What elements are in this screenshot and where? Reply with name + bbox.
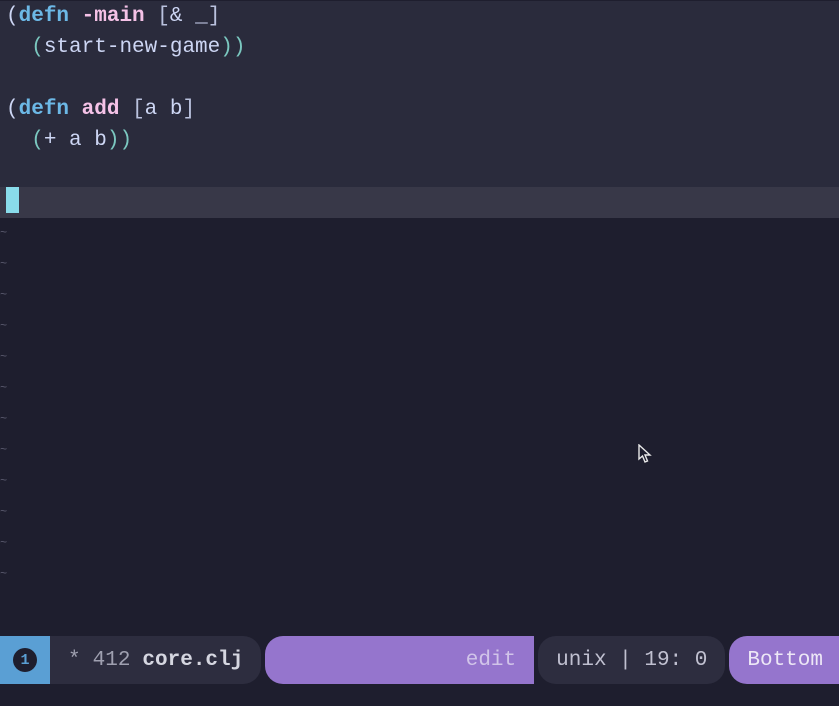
code-token bbox=[82, 129, 95, 152]
text-cursor bbox=[6, 187, 19, 213]
buffer-number: 412 bbox=[93, 649, 131, 672]
empty-line-tilde: ~ bbox=[0, 373, 839, 404]
code-token bbox=[56, 129, 69, 152]
window-number: 1 bbox=[13, 648, 37, 672]
code-token bbox=[69, 98, 82, 121]
code-token: defn bbox=[19, 98, 69, 121]
empty-line-tilde: ~ bbox=[0, 249, 839, 280]
empty-line-tilde: ~ bbox=[0, 218, 839, 249]
statusline-mid: edit bbox=[265, 636, 534, 684]
empty-line-tilde: ~ bbox=[0, 559, 839, 590]
empty-line-tilde: ~ bbox=[0, 466, 839, 497]
code-token: ) bbox=[233, 36, 246, 59]
code-line[interactable]: (defn -main [& _] bbox=[0, 1, 839, 32]
position-pill: Bottom bbox=[729, 636, 839, 684]
empty-line-tilde: ~ bbox=[0, 528, 839, 559]
code-token bbox=[69, 5, 82, 28]
position-text: Bottom bbox=[747, 649, 823, 672]
code-token: [ bbox=[157, 5, 170, 28]
code-token: add bbox=[82, 98, 120, 121]
code-token: a bbox=[69, 129, 82, 152]
file-name: core.clj bbox=[142, 649, 243, 672]
code-token: ( bbox=[6, 98, 19, 121]
code-token: ] bbox=[183, 98, 196, 121]
code-token bbox=[145, 5, 158, 28]
code-token: [ bbox=[132, 98, 145, 121]
code-token: b bbox=[170, 98, 183, 121]
code-token bbox=[182, 5, 195, 28]
code-line[interactable]: (defn add [a b] bbox=[0, 94, 839, 125]
code-token: ) bbox=[107, 129, 120, 152]
empty-line-tilde: ~ bbox=[0, 404, 839, 435]
code-token: a bbox=[145, 98, 158, 121]
code-line[interactable] bbox=[0, 63, 839, 94]
cursor-line[interactable] bbox=[0, 187, 839, 218]
code-token: ( bbox=[31, 129, 44, 152]
empty-line-tilde: ~ bbox=[0, 497, 839, 528]
code-token: start-new-game bbox=[44, 36, 220, 59]
code-token: _ bbox=[195, 5, 208, 28]
editor-area[interactable]: (defn -main [& _] (start-new-game))(defn… bbox=[0, 0, 839, 636]
code-token: defn bbox=[19, 5, 69, 28]
empty-line-tilde: ~ bbox=[0, 342, 839, 373]
code-line[interactable]: (+ a b)) bbox=[0, 125, 839, 156]
statusline: 1 * 412 core.clj edit unix | 19: 0 Botto… bbox=[0, 636, 839, 684]
editor-mode: edit bbox=[466, 649, 516, 672]
modified-indicator: * bbox=[68, 649, 81, 672]
code-token: ( bbox=[6, 5, 19, 28]
code-token: + bbox=[44, 129, 57, 152]
code-token: ] bbox=[208, 5, 221, 28]
code-token bbox=[119, 98, 132, 121]
code-token: ( bbox=[31, 36, 44, 59]
empty-line-tilde: ~ bbox=[0, 280, 839, 311]
code-line[interactable] bbox=[0, 156, 839, 187]
encoding-pill: unix | 19: 0 bbox=[538, 636, 725, 684]
empty-line-tilde: ~ bbox=[0, 435, 839, 466]
empty-line-tilde: ~ bbox=[0, 311, 839, 342]
code-token: ) bbox=[220, 36, 233, 59]
code-token bbox=[157, 98, 170, 121]
encoding-text: unix | 19: 0 bbox=[556, 649, 707, 672]
code-content: (defn -main [& _] (start-new-game))(defn… bbox=[0, 0, 839, 590]
code-token: ) bbox=[119, 129, 132, 152]
code-token: & bbox=[170, 5, 183, 28]
file-pill[interactable]: * 412 core.clj bbox=[50, 636, 261, 684]
code-token: -main bbox=[82, 5, 145, 28]
window-badge[interactable]: 1 bbox=[0, 636, 50, 684]
code-line[interactable]: (start-new-game)) bbox=[0, 32, 839, 63]
code-token: b bbox=[94, 129, 107, 152]
